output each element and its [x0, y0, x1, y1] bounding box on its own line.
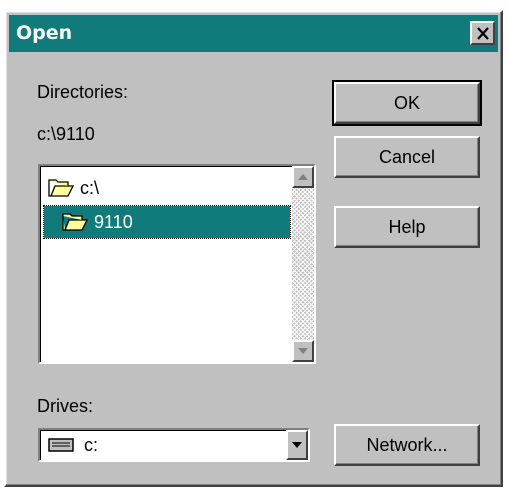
- network-button[interactable]: Network...: [334, 424, 480, 466]
- drives-dropdown[interactable]: c:: [38, 428, 310, 462]
- drives-selected-label: c:: [84, 434, 99, 455]
- dialog-title: Open: [16, 22, 73, 44]
- ok-button[interactable]: OK: [332, 80, 482, 126]
- scroll-down-button[interactable]: [292, 340, 314, 362]
- arrow-down-icon: [298, 348, 308, 354]
- title-bar: Open: [9, 15, 498, 52]
- close-icon: [476, 26, 489, 40]
- directory-item-root[interactable]: c:\: [48, 172, 278, 204]
- open-dialog: Open Directories: c:\9110 c:\ 9110 Drive…: [4, 10, 503, 487]
- directory-list[interactable]: c:\ 9110: [38, 164, 316, 364]
- close-button[interactable]: [470, 21, 495, 45]
- current-path: c:\9110: [37, 124, 95, 144]
- drives-dropdown-button[interactable]: [286, 430, 308, 460]
- scroll-up-button[interactable]: [292, 166, 314, 188]
- open-folder-icon: [48, 179, 74, 197]
- drives-label: Drives:: [37, 396, 94, 416]
- arrow-up-icon: [298, 174, 308, 180]
- help-button[interactable]: Help: [334, 206, 480, 248]
- directory-item-label: c:\: [80, 178, 100, 198]
- chevron-down-icon: [292, 442, 302, 448]
- drives-selected-value: c:: [48, 430, 98, 460]
- cancel-button[interactable]: Cancel: [334, 136, 480, 178]
- directories-label-text: Directories:: [37, 82, 129, 102]
- directory-scrollbar[interactable]: [292, 166, 314, 362]
- hard-drive-icon: [48, 438, 74, 452]
- directory-item-9110[interactable]: 9110: [43, 205, 291, 239]
- directory-item-label: 9110: [94, 212, 133, 232]
- directories-label: Directories:: [37, 82, 128, 103]
- open-folder-icon: [62, 213, 88, 231]
